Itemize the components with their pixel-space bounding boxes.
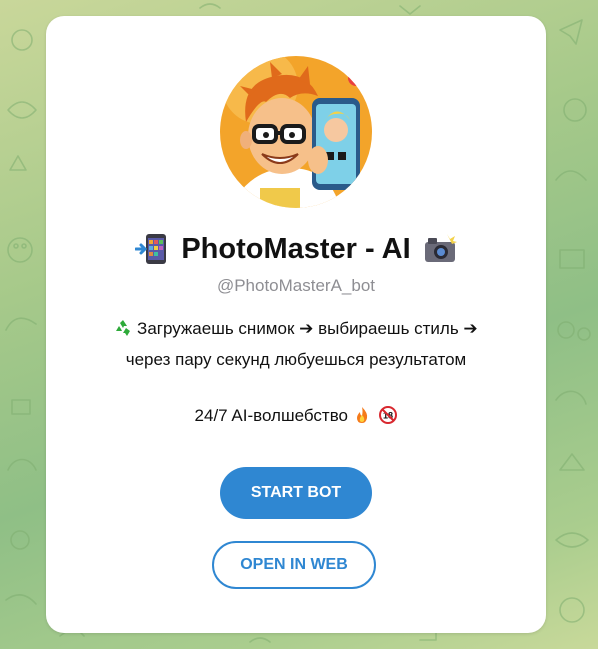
bot-profile-card: PhotoMaster - AI @PhotoMasterA_bot Загру… [46, 16, 546, 633]
bot-username: @PhotoMasterA_bot [216, 276, 376, 295]
description-line-1: Загружаешь снимок ➔ выбираешь стиль ➔ [66, 313, 526, 344]
fire-icon [353, 406, 371, 424]
bot-description: Загружаешь снимок ➔ выбираешь стиль ➔ че… [66, 313, 526, 375]
mobile-phone-arrow-icon [134, 232, 169, 266]
open-in-web-button[interactable]: OPEN IN WEB [212, 541, 376, 589]
tagline-text: 24/7 AI-волшебство [194, 406, 348, 425]
recycle-icon [114, 316, 132, 336]
camera-flash-icon [423, 232, 457, 266]
bot-name: PhotoMaster - AI [181, 232, 411, 265]
bot-avatar [220, 56, 372, 208]
bot-tagline: 24/7 AI-волшебство 18 [46, 406, 546, 426]
bot-title-row: PhotoMaster - AI [46, 226, 546, 272]
description-text-line-2: через пару секунд любуешься результатом [125, 350, 467, 369]
description-text-line-1: Загружаешь снимок ➔ выбираешь стиль ➔ [137, 319, 478, 338]
no-under-18-icon: 18 [379, 406, 398, 424]
start-bot-button[interactable]: START BOT [220, 467, 372, 519]
